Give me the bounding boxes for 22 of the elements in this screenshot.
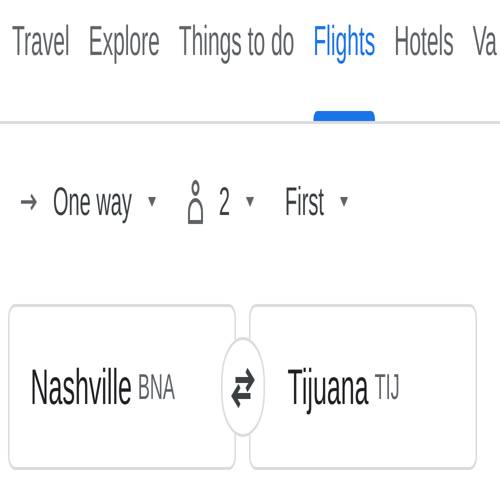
dropdown-value: First <box>285 179 324 226</box>
nav-tab[interactable]: Travel <box>12 0 70 121</box>
arrow-right-icon <box>20 192 38 212</box>
airport-code: BNA <box>138 365 175 409</box>
city-name: Tijuana <box>288 358 369 416</box>
nav-tab[interactable]: Va <box>472 0 497 121</box>
city-name: Nashville <box>30 358 132 416</box>
passengers-dropdown[interactable]: 2 <box>186 172 256 232</box>
trip-type-dropdown[interactable]: One way <box>20 172 157 232</box>
class-dropdown[interactable]: First <box>285 172 349 232</box>
nav-tab[interactable]: Flights <box>313 0 376 121</box>
airport-code: TIJ <box>374 365 400 409</box>
dropdown-value: 2 <box>218 179 230 226</box>
caret-icon <box>245 195 256 209</box>
nav-tab[interactable]: Things to do <box>178 0 294 121</box>
caret-icon <box>146 195 157 209</box>
caret-icon <box>338 195 349 209</box>
dropdown-value: One way <box>53 179 132 226</box>
person-icon <box>186 179 204 225</box>
active-tab-indicator <box>313 111 376 121</box>
nav-tab[interactable]: Explore <box>88 0 160 121</box>
nav-tab[interactable]: Hotels <box>394 0 454 121</box>
